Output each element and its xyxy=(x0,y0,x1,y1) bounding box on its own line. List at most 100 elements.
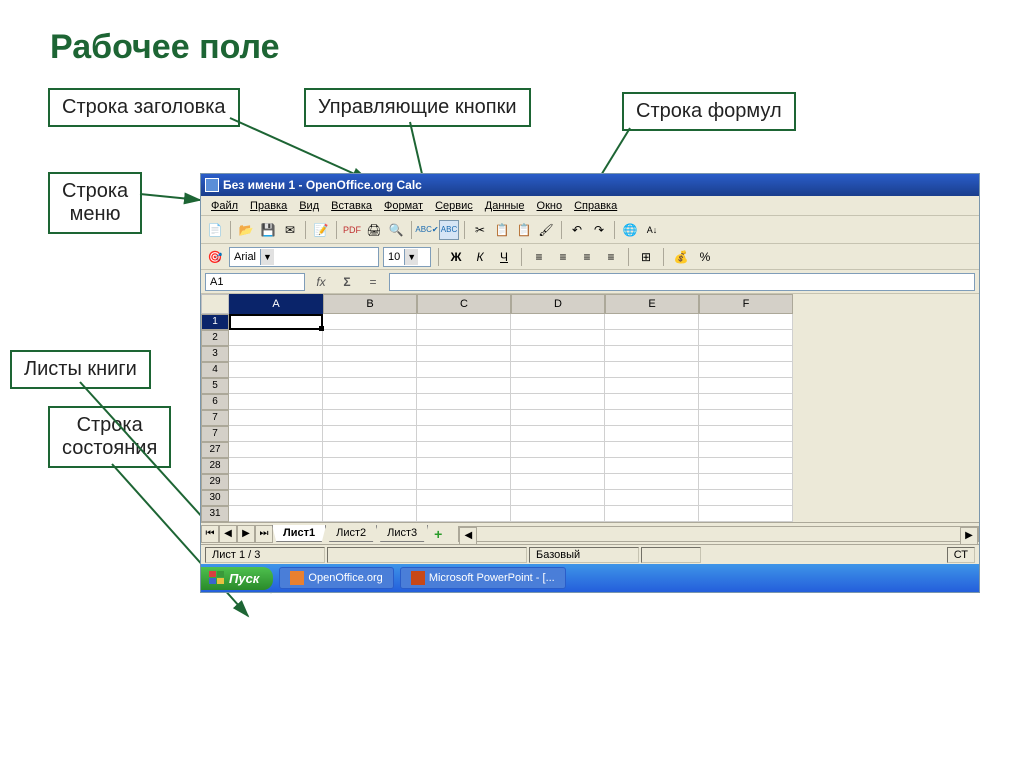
cell-grid[interactable] xyxy=(229,314,979,522)
status-right: СТ xyxy=(947,547,975,563)
sum-icon[interactable]: Σ xyxy=(337,272,357,292)
taskbar-app-openoffice[interactable]: OpenOffice.org xyxy=(279,567,393,589)
row-header[interactable]: 2 xyxy=(201,330,229,346)
row-header[interactable]: 5 xyxy=(201,378,229,394)
status-empty2 xyxy=(641,547,701,563)
sheet-tab[interactable]: Лист3 xyxy=(376,525,428,542)
tab-next-icon[interactable]: ▶ xyxy=(237,525,255,543)
sheet-tab[interactable]: Лист1 xyxy=(272,525,326,542)
status-mode: Базовый xyxy=(529,547,639,563)
menu-format[interactable]: Формат xyxy=(378,200,429,212)
scroll-left-icon[interactable]: ◀ xyxy=(459,527,477,545)
row-header[interactable]: 7 xyxy=(201,426,229,442)
column-header[interactable]: D xyxy=(511,294,605,314)
name-box[interactable]: A1 xyxy=(205,273,305,291)
row-header[interactable]: 6 xyxy=(201,394,229,410)
row-header[interactable]: 7 xyxy=(201,410,229,426)
column-header[interactable]: A xyxy=(229,294,323,314)
callout-title-row: Строка заголовка xyxy=(48,88,240,127)
scroll-right-icon[interactable]: ▶ xyxy=(960,527,978,545)
menu-help[interactable]: Справка xyxy=(568,200,623,212)
align-right-icon[interactable]: ≡ xyxy=(577,247,597,267)
menu-data[interactable]: Данные xyxy=(479,200,531,212)
tab-prev-icon[interactable]: ◀ xyxy=(219,525,237,543)
formula-input[interactable] xyxy=(389,273,975,291)
status-bar: Лист 1 / 3 Базовый СТ xyxy=(201,544,979,564)
row-header[interactable]: 4 xyxy=(201,362,229,378)
row-header[interactable]: 27 xyxy=(201,442,229,458)
menu-insert[interactable]: Вставка xyxy=(325,200,378,212)
taskbar-app-powerpoint[interactable]: Microsoft PowerPoint - [... xyxy=(400,567,566,589)
title-bar[interactable]: Без имени 1 - OpenOffice.org Calc xyxy=(201,174,979,196)
callout-status-row: Строка состояния xyxy=(48,406,171,468)
menu-view[interactable]: Вид xyxy=(293,200,325,212)
cut-icon[interactable]: ✂ xyxy=(470,220,490,240)
status-sheet-info: Лист 1 / 3 xyxy=(205,547,325,563)
styles-icon[interactable]: 🎯 xyxy=(205,247,225,267)
menu-tools[interactable]: Сервис xyxy=(429,200,479,212)
sheet-tab-bar: ⏮ ◀ ▶ ⏭ Лист1 Лист2 Лист3 + ◀ ▶ xyxy=(201,522,979,544)
menu-window[interactable]: Окно xyxy=(531,200,569,212)
start-button[interactable]: Пуск xyxy=(201,567,273,590)
powerpoint-icon xyxy=(411,571,425,585)
font-size-combo[interactable]: 10 ▼ xyxy=(383,247,431,267)
callout-menu-row: Строка меню xyxy=(48,172,142,234)
percent-icon[interactable]: % xyxy=(695,247,715,267)
status-empty xyxy=(327,547,527,563)
standard-toolbar: 📄 📂 💾 ✉ 📝 PDF 🖨 🔍 ABC✔ ABC ✂ 📋 📋 🖌 ↶ ↷ 🌐… xyxy=(201,216,979,244)
spellcheck-icon[interactable]: ABC✔ xyxy=(417,220,437,240)
redo-icon[interactable]: ↷ xyxy=(589,220,609,240)
align-center-icon[interactable]: ≡ xyxy=(553,247,573,267)
column-header[interactable]: F xyxy=(699,294,793,314)
callout-formula-row: Строка формул xyxy=(622,92,796,131)
menu-edit[interactable]: Правка xyxy=(244,200,293,212)
menu-bar[interactable]: Файл Правка Вид Вставка Формат Сервис Да… xyxy=(201,196,979,216)
add-sheet-icon[interactable]: + xyxy=(428,526,448,542)
windows-taskbar: Пуск OpenOffice.org Microsoft PowerPoint… xyxy=(201,564,979,592)
openoffice-calc-window: Без имени 1 - OpenOffice.org Calc Файл П… xyxy=(200,173,980,593)
horizontal-scrollbar[interactable]: ◀ ▶ xyxy=(458,526,979,542)
row-header[interactable]: 29 xyxy=(201,474,229,490)
copy-icon[interactable]: 📋 xyxy=(492,220,512,240)
underline-button[interactable]: Ч xyxy=(494,247,514,267)
edit-icon[interactable]: 📝 xyxy=(311,220,331,240)
row-header[interactable]: 3 xyxy=(201,346,229,362)
select-all-corner[interactable] xyxy=(201,294,229,314)
font-name-combo[interactable]: Arial ▼ xyxy=(229,247,379,267)
email-icon[interactable]: ✉ xyxy=(280,220,300,240)
sort-icon[interactable]: A↓ xyxy=(642,220,662,240)
row-header[interactable]: 30 xyxy=(201,490,229,506)
italic-button[interactable]: К xyxy=(470,247,490,267)
row-header[interactable]: 28 xyxy=(201,458,229,474)
menu-file[interactable]: Файл xyxy=(205,200,244,212)
row-header[interactable]: 31 xyxy=(201,506,229,522)
equals-icon[interactable]: = xyxy=(363,272,383,292)
column-header[interactable]: C xyxy=(417,294,511,314)
autospell-icon[interactable]: ABC xyxy=(439,220,459,240)
print-icon[interactable]: 🖨 xyxy=(364,220,384,240)
sheet-tab[interactable]: Лист2 xyxy=(325,525,377,542)
export-pdf-icon[interactable]: PDF xyxy=(342,220,362,240)
chevron-down-icon[interactable]: ▼ xyxy=(404,249,418,265)
bold-button[interactable]: Ж xyxy=(446,247,466,267)
align-left-icon[interactable]: ≡ xyxy=(529,247,549,267)
new-doc-icon[interactable]: 📄 xyxy=(205,220,225,240)
tab-last-icon[interactable]: ⏭ xyxy=(255,525,273,543)
paste-icon[interactable]: 📋 xyxy=(514,220,534,240)
currency-icon[interactable]: 💰 xyxy=(671,247,691,267)
save-icon[interactable]: 💾 xyxy=(258,220,278,240)
hyperlink-icon[interactable]: 🌐 xyxy=(620,220,640,240)
column-header[interactable]: B xyxy=(323,294,417,314)
column-header[interactable]: E xyxy=(605,294,699,314)
function-wizard-icon[interactable]: fx xyxy=(311,272,331,292)
row-header[interactable]: 1 xyxy=(201,314,229,330)
chevron-down-icon[interactable]: ▼ xyxy=(260,249,274,265)
open-icon[interactable]: 📂 xyxy=(236,220,256,240)
tab-first-icon[interactable]: ⏮ xyxy=(201,525,219,543)
merge-cells-icon[interactable]: ⊞ xyxy=(636,247,656,267)
format-paintbrush-icon[interactable]: 🖌 xyxy=(536,220,556,240)
app-icon xyxy=(205,178,219,192)
print-preview-icon[interactable]: 🔍 xyxy=(386,220,406,240)
undo-icon[interactable]: ↶ xyxy=(567,220,587,240)
align-justify-icon[interactable]: ≡ xyxy=(601,247,621,267)
